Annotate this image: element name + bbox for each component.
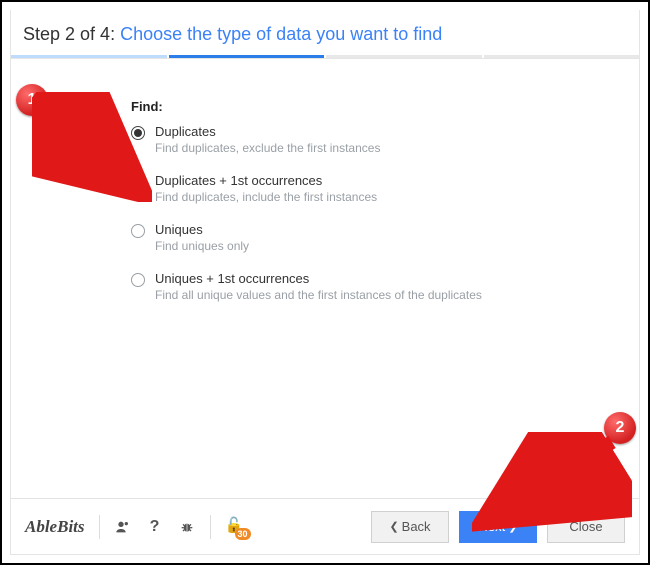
progress-seg-4 bbox=[484, 55, 640, 58]
license-icon[interactable]: 🔓 30 bbox=[225, 516, 247, 538]
step-title: Choose the type of data you want to find bbox=[120, 24, 442, 44]
divider bbox=[99, 515, 100, 539]
radio-icon bbox=[131, 175, 145, 189]
find-options: Duplicates Find duplicates, exclude the … bbox=[131, 124, 619, 302]
chevron-left-icon: ❮ bbox=[389, 520, 398, 533]
close-button[interactable]: Close bbox=[547, 511, 625, 543]
bug-icon[interactable] bbox=[178, 518, 196, 536]
radio-icon bbox=[131, 126, 145, 140]
step-prefix: Step 2 of 4: bbox=[23, 24, 120, 44]
next-button[interactable]: Next❯ bbox=[459, 511, 537, 543]
radio-icon bbox=[131, 224, 145, 238]
users-icon[interactable] bbox=[114, 518, 132, 536]
option-title: Uniques + 1st occurrences bbox=[155, 271, 482, 286]
progress-seg-3 bbox=[326, 55, 482, 58]
radio-icon bbox=[131, 273, 145, 287]
option-duplicates-1st[interactable]: Duplicates + 1st occurrences Find duplic… bbox=[131, 173, 619, 204]
option-desc: Find duplicates, exclude the first insta… bbox=[155, 141, 380, 155]
back-button[interactable]: ❮ Back bbox=[371, 511, 449, 543]
step-header: Step 2 of 4: Choose the type of data you… bbox=[11, 10, 639, 55]
close-label: Close bbox=[569, 519, 602, 534]
option-duplicates[interactable]: Duplicates Find duplicates, exclude the … bbox=[131, 124, 619, 155]
divider bbox=[210, 515, 211, 539]
logo: AbleBits bbox=[25, 517, 85, 537]
next-label: Next bbox=[479, 519, 506, 534]
chevron-right-icon: ❯ bbox=[508, 520, 517, 533]
option-title: Uniques bbox=[155, 222, 249, 237]
license-badge: 30 bbox=[235, 528, 251, 540]
option-uniques[interactable]: Uniques Find uniques only bbox=[131, 222, 619, 253]
option-title: Duplicates + 1st occurrences bbox=[155, 173, 377, 188]
progress-seg-2 bbox=[169, 55, 325, 58]
footer: AbleBits ? 🔓 30 ❮ Back Next❯ Close bbox=[11, 498, 639, 554]
help-icon[interactable]: ? bbox=[146, 518, 164, 536]
option-uniques-1st[interactable]: Uniques + 1st occurrences Find all uniqu… bbox=[131, 271, 619, 302]
option-desc: Find duplicates, include the first insta… bbox=[155, 190, 377, 204]
progress-seg-1 bbox=[11, 55, 167, 58]
find-label: Find: bbox=[131, 99, 619, 114]
option-desc: Find all unique values and the first ins… bbox=[155, 288, 482, 302]
back-label: Back bbox=[402, 519, 431, 534]
option-desc: Find uniques only bbox=[155, 239, 249, 253]
option-title: Duplicates bbox=[155, 124, 380, 139]
